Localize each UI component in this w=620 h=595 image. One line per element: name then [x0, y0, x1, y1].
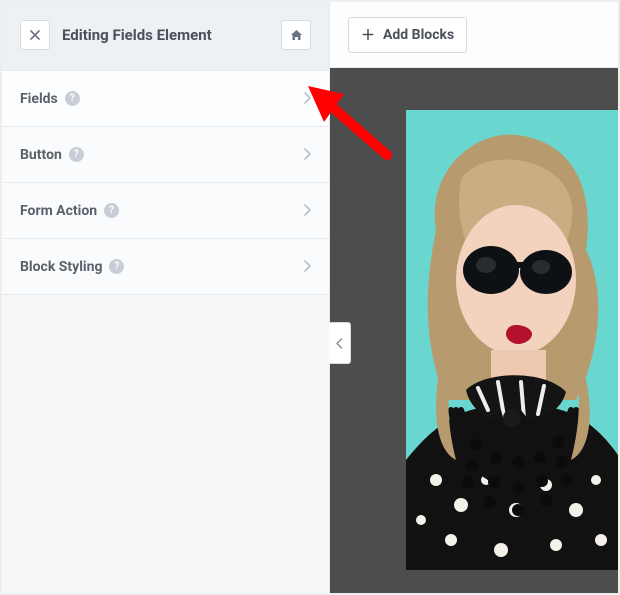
chevron-right-icon: [303, 201, 311, 220]
canvas-stage: [330, 68, 618, 593]
accordion-label: Fields: [20, 91, 58, 107]
accordion-item-form-action[interactable]: Form Action ?: [2, 183, 329, 239]
chevron-left-icon: [336, 338, 343, 349]
preview-header: ＋ Add Blocks: [330, 2, 618, 68]
close-icon: [30, 30, 40, 40]
accordion-label: Block Styling: [20, 259, 102, 275]
preview-pane: ＋ Add Blocks: [330, 2, 618, 593]
add-blocks-button[interactable]: ＋ Add Blocks: [348, 17, 467, 53]
plus-icon: ＋: [361, 25, 375, 45]
collapse-sidebar-button[interactable]: [329, 322, 351, 364]
accordion-label: Button: [20, 147, 62, 163]
home-button[interactable]: [281, 20, 311, 50]
chevron-right-icon: [303, 257, 311, 276]
help-icon[interactable]: ?: [104, 203, 119, 218]
editor-sidebar: Editing Fields Element Fields ? Button ?: [2, 2, 330, 593]
accordion-item-fields[interactable]: Fields ?: [2, 71, 329, 127]
help-icon[interactable]: ?: [69, 147, 84, 162]
help-icon[interactable]: ?: [65, 91, 80, 106]
panel-title: Editing Fields Element: [62, 26, 281, 44]
chevron-right-icon: [303, 89, 311, 108]
accordion-item-block-styling[interactable]: Block Styling ?: [2, 239, 329, 295]
chevron-right-icon: [303, 145, 311, 164]
close-button[interactable]: [20, 20, 50, 50]
app-shell: Editing Fields Element Fields ? Button ?: [0, 0, 620, 595]
accordion: Fields ? Button ? Form Action ?: [2, 71, 329, 295]
accordion-item-button[interactable]: Button ?: [2, 127, 329, 183]
add-blocks-label: Add Blocks: [383, 27, 454, 43]
help-icon[interactable]: ?: [109, 259, 124, 274]
campaign-preview-image: [406, 110, 618, 570]
home-icon: [290, 29, 303, 41]
accordion-label: Form Action: [20, 203, 97, 219]
sidebar-header: Editing Fields Element: [2, 2, 329, 71]
